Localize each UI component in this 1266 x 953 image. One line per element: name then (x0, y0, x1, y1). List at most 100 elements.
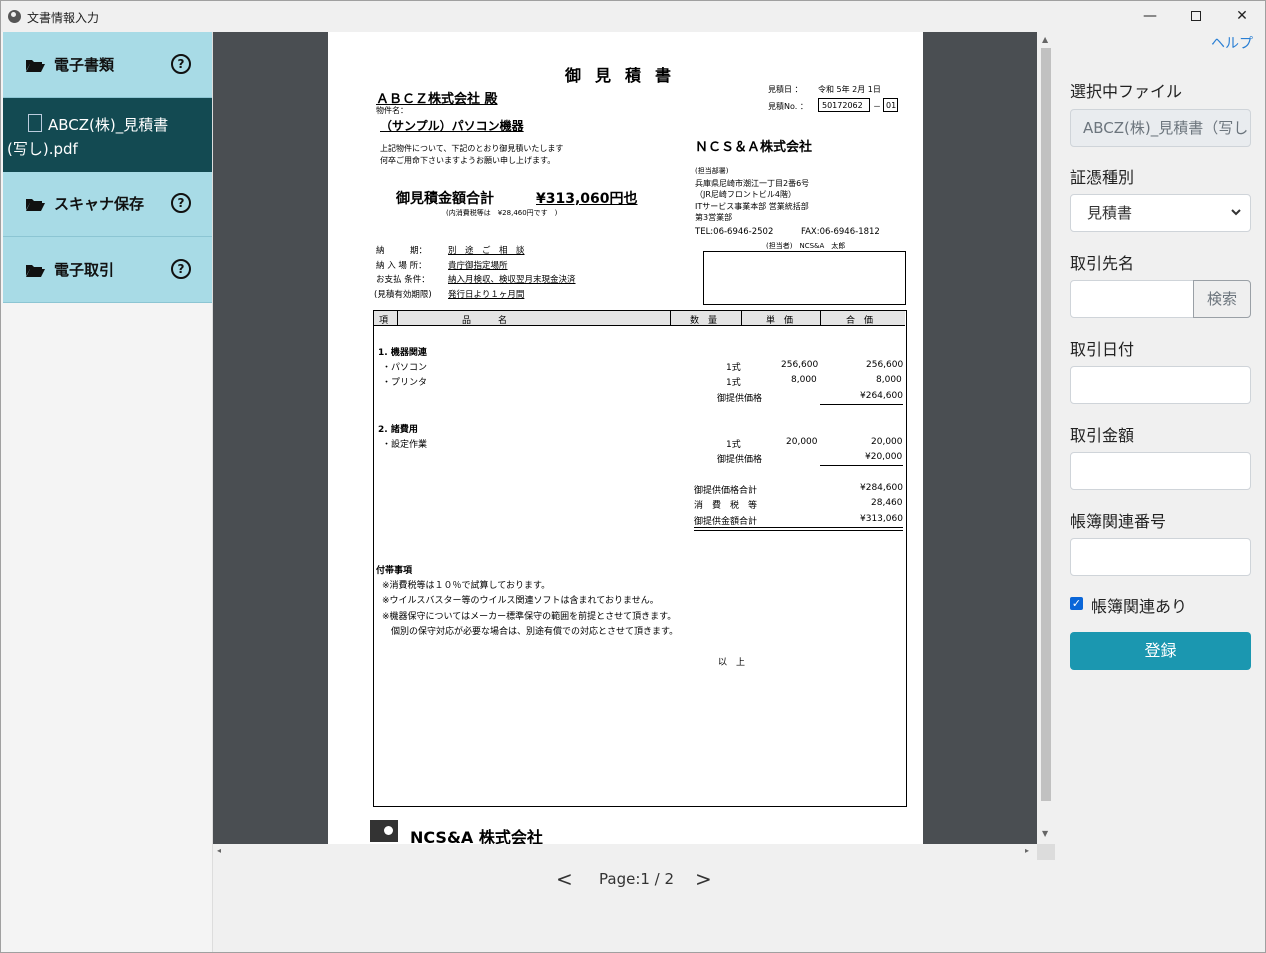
document-info-form: ヘルプ 選択中ファイル ABCZ(株)_見積書（写し 証憑種別 見積書 取引先名… (1055, 32, 1265, 952)
doc-total-value: ¥313,060円也 (536, 191, 638, 207)
title-bar: 文書情報入力 — ✕ (1, 1, 1265, 32)
doc-subject: （サンプル）パソコン機器 (380, 119, 524, 133)
table-header-cell: 項 (379, 316, 389, 326)
partner-label: 取引先名 (1070, 254, 1135, 273)
prev-page-button[interactable]: < (556, 867, 573, 891)
table-row-unit: 20,000 (786, 437, 818, 447)
doc-items-table: 項 品 名 数 量 単 価 合 価 1. 機器関連 ・パソコン 1式 256,6… (373, 310, 907, 807)
app-window: 文書情報入力 — ✕ 電子書類 ? ABCZ(株)_見積書 (写し).pdf ス… (0, 0, 1266, 953)
sidebar-item-electronic-documents[interactable]: 電子書類 ? (3, 32, 212, 98)
scroll-right-icon[interactable]: ▸ (1025, 846, 1029, 855)
doc-footer-logo: NCS&A 株式会社 (410, 828, 543, 844)
doc-end: 以 上 (718, 658, 746, 668)
file-name-line1: ABCZ(株)_見積書 (48, 116, 169, 134)
doc-delivery: 別 途 ご 相 談 (448, 246, 525, 256)
search-button[interactable]: 検索 (1193, 280, 1251, 318)
table-row-amount: 256,600 (866, 360, 904, 370)
next-page-button[interactable]: > (695, 867, 712, 891)
doc-tel: TEL:06-6946-2502 (695, 227, 774, 237)
ledger-number-label: 帳簿関連番号 (1070, 512, 1167, 531)
app-icon (8, 10, 21, 23)
table-header-cell: 合 価 (846, 316, 874, 326)
type-label: 証憑種別 (1070, 168, 1135, 187)
table-subtotal-label: 御提供価格 (717, 455, 763, 465)
register-button[interactable]: 登録 (1070, 632, 1251, 670)
table-sum-label: 御提供価格合計 (694, 486, 758, 496)
file-name-line2: (写し).pdf (7, 140, 78, 158)
help-icon[interactable]: ? (171, 54, 191, 74)
doc-number-label: 見積No. ： (768, 102, 808, 111)
sidebar-selected-file[interactable]: ABCZ(株)_見積書 (写し).pdf (3, 98, 212, 172)
ledger-number-input[interactable] (1070, 538, 1251, 576)
scroll-down-icon[interactable]: ▼ (1042, 829, 1048, 838)
scrollbar-corner (1037, 844, 1055, 860)
folder-icon (25, 58, 45, 72)
close-button[interactable]: ✕ (1219, 1, 1265, 32)
page-navigator: < Page:1 / 2 > (213, 861, 1037, 901)
sidebar-item-label: 電子書類 (54, 56, 115, 74)
doc-intro-2: 何卒ご用命下さいますようお願い申し上げます。 (380, 156, 556, 165)
doc-number: 50172062 (822, 101, 863, 110)
type-select-value: 見積書 (1087, 204, 1133, 222)
partner-input[interactable] (1070, 280, 1194, 318)
table-row-qty: 1式 (726, 378, 741, 388)
table-header-cell: 数 量 (690, 316, 718, 326)
scroll-left-icon[interactable]: ◂ (217, 846, 221, 855)
help-link[interactable]: ヘルプ (1211, 33, 1253, 53)
sidebar-item-scanner-save[interactable]: スキャナ保存 ? (3, 172, 212, 237)
table-subtotal: ¥20,000 (865, 452, 903, 462)
doc-stamp-box (703, 251, 906, 305)
maximize-button[interactable] (1173, 1, 1219, 32)
table-sum-value: 28,460 (871, 498, 903, 508)
date-input[interactable] (1070, 366, 1251, 404)
table-header: 項 品 名 数 量 単 価 合 価 (374, 311, 905, 326)
folder-icon (25, 263, 45, 277)
table-section: 2. 諸費用 (378, 425, 418, 435)
table-row-qty: 1式 (726, 363, 741, 373)
doc-division-1: ITサービス事業本部 営業統括部 (695, 202, 809, 211)
table-subtotal: ¥264,600 (860, 391, 903, 401)
table-sum-label: 消 費 税 等 (694, 501, 758, 511)
document-page: 御見積書 ＡＢＣＺ株式会社 殿 物件名： （サンプル）パソコン機器 見積日 ： … (328, 32, 923, 844)
ledger-related-label[interactable]: 帳簿関連あり (1091, 593, 1187, 617)
table-row-name: ・プリンタ (382, 378, 428, 388)
table-header-cell: 品 名 (462, 316, 508, 326)
table-row-qty: 1式 (726, 440, 741, 450)
doc-note: ※消費税等は１０％で試算しております。 (382, 581, 551, 591)
company-logo-icon (370, 820, 398, 842)
doc-total-label: 御見積金額合計 (396, 191, 494, 207)
table-row-unit: 256,600 (781, 360, 819, 370)
table-row-unit: 8,000 (791, 375, 817, 385)
doc-title: 御見積書 (565, 66, 686, 85)
doc-company: ＮＣＳ＆Ａ株式会社 (695, 140, 813, 155)
page-indicator: Page:1 / 2 (599, 870, 675, 888)
table-row-name: ・設定作業 (382, 440, 428, 450)
scroll-up-icon[interactable]: ▲ (1042, 35, 1048, 44)
maximize-icon (1191, 11, 1201, 21)
sidebar-item-label: 電子取引 (54, 261, 115, 279)
doc-note: ※機器保守についてはメーカー標準保守の範囲を前提とさせて頂きます。 (382, 612, 677, 622)
amount-input[interactable] (1070, 452, 1251, 490)
document-icon (28, 114, 42, 132)
viewer-vertical-scrollbar[interactable]: ▲ ▼ (1037, 32, 1055, 844)
sidebar-item-label: スキャナ保存 (54, 195, 145, 213)
sidebar-item-electronic-transactions[interactable]: 電子取引 ? (3, 237, 212, 303)
doc-notes-title: 付帯事項 (376, 566, 413, 576)
document-viewer[interactable]: 御見積書 ＡＢＣＺ株式会社 殿 物件名： （サンプル）パソコン機器 見積日 ： … (213, 32, 1037, 844)
scrollbar-thumb[interactable] (1041, 48, 1051, 801)
table-subtotal-label: 御提供価格 (717, 394, 763, 404)
date-label: 取引日付 (1070, 340, 1135, 359)
viewer-horizontal-scrollbar[interactable]: ◂ ▸ (213, 844, 1037, 860)
amount-label: 取引金額 (1070, 426, 1135, 445)
help-icon[interactable]: ? (171, 259, 191, 279)
doc-place-label: 納 入 場 所： (376, 261, 427, 271)
help-icon[interactable]: ? (171, 193, 191, 213)
ledger-related-checkbox[interactable]: ✓ (1070, 597, 1083, 610)
doc-validity: 発行日より１ヶ月間 (448, 290, 525, 300)
doc-date-label: 見積日 ： (768, 85, 803, 94)
table-section: 1. 機器関連 (378, 348, 427, 358)
window-title: 文書情報入力 (27, 11, 100, 25)
minimize-button[interactable]: — (1127, 1, 1173, 32)
table-row-amount: 8,000 (876, 375, 902, 385)
type-select[interactable]: 見積書 (1070, 194, 1251, 232)
